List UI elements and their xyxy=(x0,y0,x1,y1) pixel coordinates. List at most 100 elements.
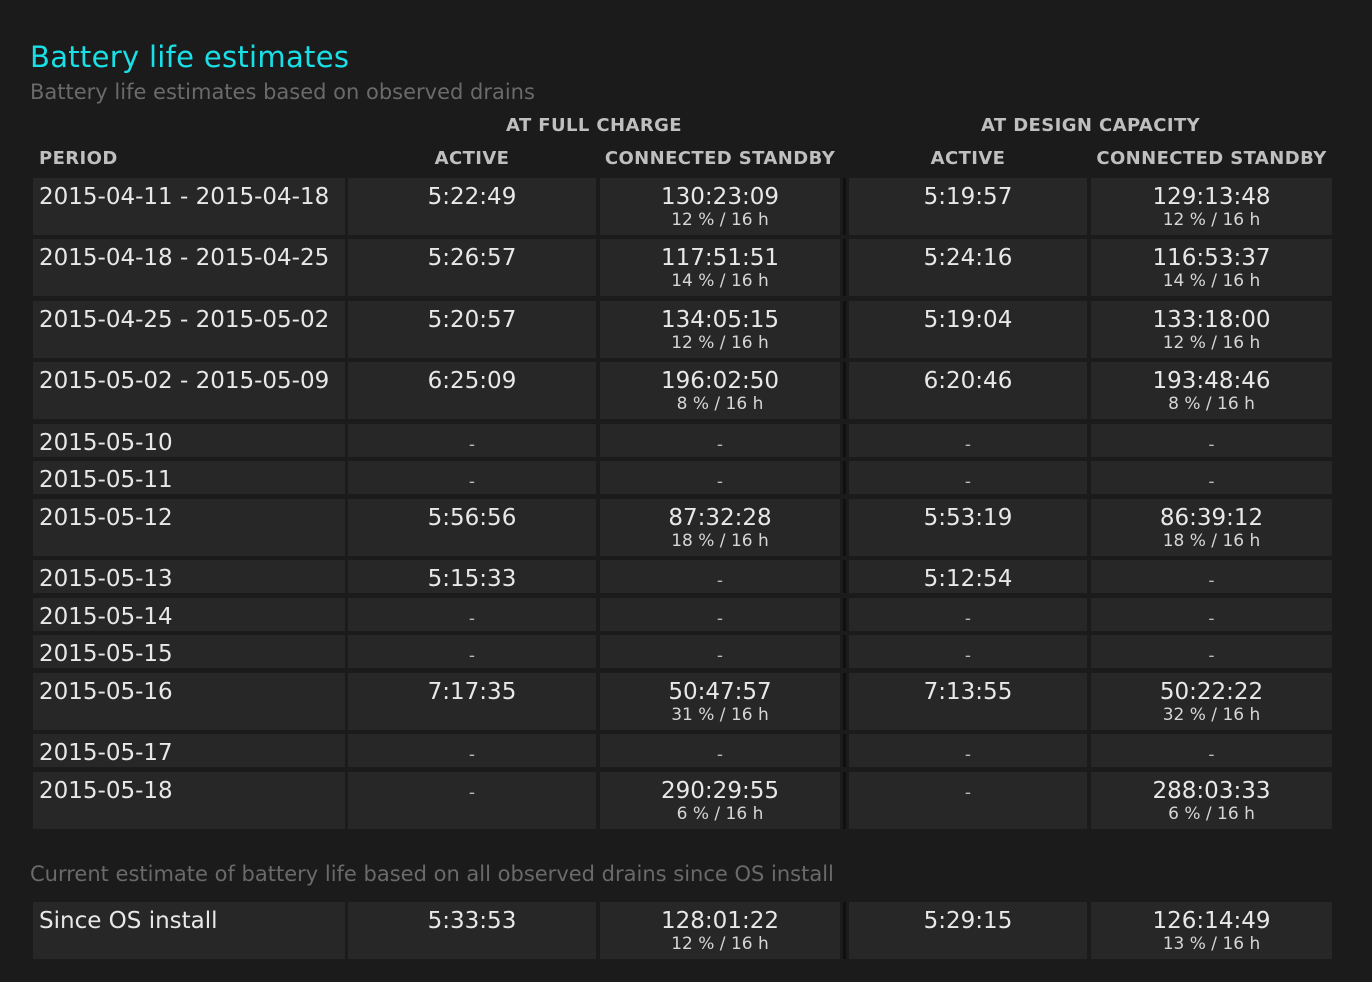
active-full-cell: 5:33:53 xyxy=(348,902,596,959)
active-full-cell: - xyxy=(348,734,596,767)
active-design-cell: 5:19:57 xyxy=(849,178,1087,235)
table-row: 2015-05-15 - - - - xyxy=(0,635,1372,668)
active-full-cell: - xyxy=(348,598,596,631)
active-design-cell: - xyxy=(849,598,1087,631)
period-cell: 2015-05-11 xyxy=(33,461,345,494)
standby-design-cell-value: - xyxy=(1208,609,1215,629)
standby-design-cell-value: - xyxy=(1208,646,1215,666)
group-separator xyxy=(843,301,846,358)
active-design-cell: 5:12:54 xyxy=(849,560,1087,593)
standby-full-cell-drain: 12 % / 16 h xyxy=(671,934,769,954)
active-design-cell: 5:53:19 xyxy=(849,499,1087,556)
standby-full-cell: 87:32:28 18 % / 16 h xyxy=(600,499,840,556)
standby-design-cell-value: - xyxy=(1208,745,1215,765)
table-row: 2015-05-16 7:17:35 50:47:57 31 % / 16 h 7:13… xyxy=(0,673,1372,730)
standby-design-cell: - xyxy=(1091,560,1332,593)
standby-full-cell: - xyxy=(600,734,840,767)
period-cell: 2015-05-14 xyxy=(33,598,345,631)
standby-design-cell-drain: 13 % / 16 h xyxy=(1162,934,1261,954)
active-design-cell-value: 5:53:19 xyxy=(923,505,1013,531)
standby-design-cell-value: 133:18:00 xyxy=(1152,307,1271,333)
standby-full-cell: - xyxy=(600,461,840,494)
active-design-cell-value: 5:29:15 xyxy=(923,908,1013,934)
table-row: 2015-05-14 - - - - xyxy=(0,598,1372,631)
standby-full-cell: 134:05:15 12 % / 16 h xyxy=(600,301,840,358)
standby-full-cell: 50:47:57 31 % / 16 h xyxy=(600,673,840,730)
period-cell-value: 2015-05-10 xyxy=(39,430,173,456)
active-design-cell: 5:19:04 xyxy=(849,301,1087,358)
active-design-cell-value: 6:20:46 xyxy=(923,368,1013,394)
period-cell: 2015-04-11 - 2015-04-18 xyxy=(33,178,345,235)
standby-full-cell: - xyxy=(600,635,840,668)
active-full-cell: 7:17:35 xyxy=(348,673,596,730)
active-design-cell-value: 5:24:16 xyxy=(923,245,1013,271)
standby-design-cell: 133:18:00 12 % / 16 h xyxy=(1091,301,1332,358)
standby-full-cell-value: - xyxy=(716,571,724,591)
active-design-cell: - xyxy=(849,772,1087,829)
table-row: 2015-05-18-290:29:55 6 % / 16 h -288:03:33… xyxy=(0,772,1372,829)
standby-full-cell: - xyxy=(600,598,840,631)
standby-full-cell-value: - xyxy=(716,472,724,492)
standby-design-cell-drain: 18 % / 16 h xyxy=(1162,531,1261,551)
table-row: 2015-05-02 - 2015-05-09 6:25:09 196:02:50 8… xyxy=(0,362,1372,419)
period-cell-value: 2015-04-25 - 2015-05-02 xyxy=(39,307,330,333)
period-cell-value: 2015-05-11 xyxy=(39,467,173,493)
period-cell-value: 2015-05-12 xyxy=(39,505,173,531)
active-design-cell-value: 7:13:55 xyxy=(923,679,1013,705)
standby-design-cell-value: - xyxy=(1208,435,1215,455)
standby-design-cell: 86:39:12 18 % / 16 h xyxy=(1091,499,1332,556)
standby-design-cell-value: 116:53:37 xyxy=(1152,245,1271,271)
standby-design-cell: 193:48:46 8 % / 16 h xyxy=(1091,362,1332,419)
group-separator xyxy=(843,461,846,494)
group-separator xyxy=(843,734,846,767)
standby-full-cell: 117:51:51 14 % / 16 h xyxy=(600,239,840,296)
standby-design-cell: 288:03:33 6 % / 16 h xyxy=(1091,772,1332,829)
standby-design-cell-value: 193:48:46 xyxy=(1152,368,1271,394)
standby-full-cell-value: 128:01:22 xyxy=(661,908,779,934)
period-cell-value: 2015-04-11 - 2015-04-18 xyxy=(39,184,330,210)
period-cell-value: 2015-05-02 - 2015-05-09 xyxy=(39,368,330,394)
standby-full-cell-value: 50:47:57 xyxy=(668,679,772,705)
standby-full-cell-value: - xyxy=(716,646,724,666)
standby-full-cell-value: 130:23:09 xyxy=(661,184,779,210)
column-header-standby-design: CONNECTED STANDBY xyxy=(1096,148,1327,169)
group-separator xyxy=(843,178,846,235)
active-full-cell-value: 5:22:49 xyxy=(427,184,517,210)
active-design-cell-value: - xyxy=(964,435,972,455)
standby-full-cell: 130:23:09 12 % / 16 h xyxy=(600,178,840,235)
active-design-cell-value: 5:19:57 xyxy=(923,184,1013,210)
standby-design-cell: - xyxy=(1091,424,1332,457)
period-cell: 2015-05-15 xyxy=(33,635,345,668)
standby-full-cell-drain: 6 % / 16 h xyxy=(676,804,764,824)
active-full-cell: - xyxy=(348,635,596,668)
since-install-caption: Current estimate of battery life based o… xyxy=(30,862,834,886)
standby-full-cell-value: 117:51:51 xyxy=(661,245,779,271)
standby-design-cell-value: 288:03:33 xyxy=(1152,778,1271,804)
active-design-cell: - xyxy=(849,424,1087,457)
table-row: 2015-05-12 5:56:56 87:32:28 18 % / 16 h 5:53… xyxy=(0,499,1372,556)
standby-full-cell-drain: 12 % / 16 h xyxy=(671,210,769,230)
active-full-cell: 6:25:09 xyxy=(348,362,596,419)
standby-full-cell-value: - xyxy=(716,609,724,629)
active-full-cell: 5:22:49 xyxy=(348,178,596,235)
group-separator xyxy=(843,362,846,419)
period-cell: 2015-04-18 - 2015-04-25 xyxy=(33,239,345,296)
standby-design-cell: 126:14:49 13 % / 16 h xyxy=(1091,902,1332,959)
period-cell-value: 2015-05-16 xyxy=(39,679,173,705)
standby-full-cell: - xyxy=(600,560,840,593)
group-separator xyxy=(843,902,846,959)
standby-full-cell: 290:29:55 6 % / 16 h xyxy=(600,772,840,829)
active-full-cell-value: - xyxy=(468,472,476,492)
group-separator xyxy=(843,673,846,730)
standby-design-cell-value: 129:13:48 xyxy=(1152,184,1271,210)
active-design-cell: 5:29:15 xyxy=(849,902,1087,959)
active-design-cell: - xyxy=(849,734,1087,767)
group-separator xyxy=(843,239,846,296)
standby-full-cell-value: 290:29:55 xyxy=(661,778,779,804)
active-full-cell-value: - xyxy=(468,646,476,666)
period-cell-value: 2015-05-14 xyxy=(39,604,173,630)
standby-full-cell: 128:01:22 12 % / 16 h xyxy=(600,902,840,959)
active-full-cell-value: - xyxy=(468,609,476,629)
period-cell-value: 2015-04-18 - 2015-04-25 xyxy=(39,245,330,271)
period-cell: 2015-05-10 xyxy=(33,424,345,457)
